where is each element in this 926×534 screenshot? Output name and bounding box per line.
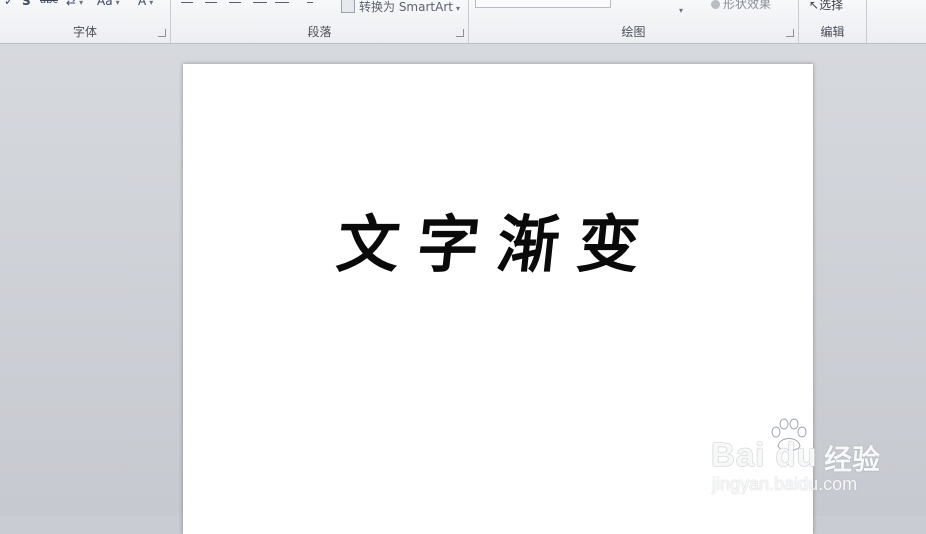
change-case-label: Aa [97,0,113,8]
align-center-icon[interactable] [205,0,219,4]
gallery-dropdown-icon[interactable]: ▾ [679,4,683,18]
columns-icon[interactable] [307,0,321,4]
watermark-logo: Bai du [711,436,818,473]
editing-group-label: 编辑 [820,25,845,39]
justify-icon[interactable] [253,0,267,4]
distribute-icon[interactable] [275,0,289,4]
change-case-button[interactable]: Aa ▾ [97,0,120,8]
ribbon: ✓ S abc ⇄ ▾ Aa ▾ A ▾ 字体 转换为 SmartArt ▾ 段落 ▾ [0,0,926,44]
select-icon: ↖ [809,0,820,12]
shape-effects-button[interactable]: 形状效果 [711,0,771,12]
paragraph-group: 转换为 SmartArt ▾ 段落 [171,0,469,43]
document-heading[interactable]: 文字渐变 [178,194,817,284]
baidu-jingyan-watermark: Bai du 经验 jingyan.baidu.com [708,418,926,498]
dialog-launcher-icon[interactable] [456,29,464,37]
font-group: ✓ S abc ⇄ ▾ Aa ▾ A ▾ 字体 [0,0,171,43]
smartart-label: 转换为 SmartArt [359,0,453,14]
shape-effects-label: 形状效果 [723,0,772,11]
smartart-icon [341,0,355,13]
select-label: 选择 [819,0,844,12]
font-color-label: A [138,0,147,8]
convert-to-smartart-button[interactable]: 转换为 SmartArt ▾ [341,0,460,14]
drawing-group: ▾ 形状效果 绘图 [469,0,799,43]
watermark-brand: 经验 [824,443,881,476]
select-button[interactable]: ↖选择 [809,0,843,13]
font-color-button[interactable]: A ▾ [138,0,153,8]
drawing-group-label: 绘图 [621,25,646,39]
shape-effects-icon [711,0,720,9]
font-group-label: 字体 [72,25,97,39]
dialog-launcher-icon[interactable] [786,29,794,37]
dialog-launcher-icon[interactable] [158,29,166,37]
shape-gallery-icon[interactable] [475,0,611,8]
align-right-icon[interactable] [229,0,243,4]
shadow-icon[interactable]: ✓ [4,0,14,8]
text-shadow-button[interactable]: S [22,0,31,8]
strikethrough-button[interactable]: abc [40,0,58,8]
character-spacing-icon[interactable]: ⇄ ▾ [66,0,83,8]
font-tool-row: ✓ S abc ⇄ ▾ Aa ▾ A ▾ [0,0,170,10]
align-left-icon[interactable] [181,0,195,4]
watermark-url: jingyan.baidu.com [712,474,858,494]
editing-group: ↖选择 编辑 [799,0,867,43]
paragraph-group-label: 段落 [307,25,332,39]
